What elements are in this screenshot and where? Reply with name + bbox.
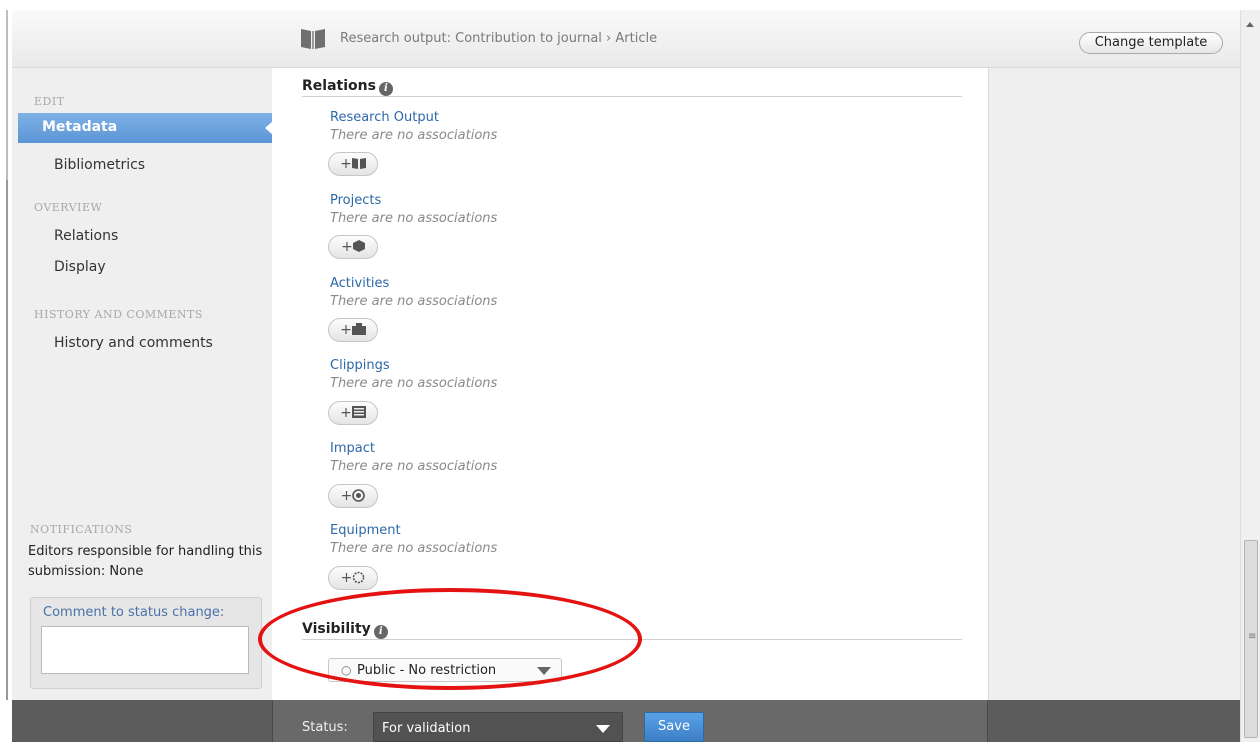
- relation-title-projects[interactable]: Projects: [330, 193, 381, 208]
- cube-icon: [352, 240, 365, 252]
- relation-empty-text: There are no associations: [330, 541, 498, 556]
- sidebar-item-relations[interactable]: Relations: [54, 228, 118, 244]
- sidebar-item-metadata[interactable]: Metadata: [18, 113, 273, 143]
- visibility-heading-label: Visibility: [302, 621, 371, 637]
- sidebar-item-bibliometrics[interactable]: Bibliometrics: [54, 157, 145, 173]
- chevron-down-icon: [537, 667, 551, 675]
- comment-panel: Comment to status change:: [30, 597, 262, 689]
- plus-icon: +: [340, 156, 352, 172]
- plus-icon: +: [340, 322, 352, 338]
- newspaper-icon: [351, 406, 366, 418]
- breadcrumb: Research output: Contribution to journal…: [340, 31, 658, 46]
- relation-title-impact[interactable]: Impact: [330, 441, 375, 456]
- visibility-value: Public - No restriction: [357, 663, 497, 678]
- relation-empty-text: There are no associations: [330, 294, 498, 309]
- divider: [302, 96, 962, 97]
- add-equipment-button[interactable]: +: [328, 566, 378, 590]
- status-value: For validation: [382, 721, 471, 736]
- status-label: Status:: [302, 720, 348, 735]
- target-icon: [352, 489, 366, 502]
- book-icon: [351, 158, 366, 169]
- edge-bar: [6, 10, 8, 180]
- relations-heading: Relations i: [302, 78, 393, 96]
- edge-bar: [6, 180, 8, 700]
- footer-bar: Status: For validation Save: [12, 700, 1240, 742]
- gear-icon: [353, 571, 365, 584]
- plus-icon: +: [340, 570, 353, 586]
- relation-title-equipment[interactable]: Equipment: [330, 523, 401, 538]
- relation-empty-text: There are no associations: [330, 128, 498, 143]
- add-impact-button[interactable]: +: [328, 484, 378, 508]
- section-title-edit: EDIT: [34, 95, 65, 108]
- section-title-notifications: NOTIFICATIONS: [30, 523, 133, 536]
- relation-title-activities[interactable]: Activities: [330, 276, 389, 291]
- visibility-select[interactable]: ○ Public - No restriction: [328, 658, 562, 682]
- chevron-down-icon: [596, 725, 610, 733]
- vertical-scrollbar[interactable]: ≡: [1240, 10, 1260, 742]
- change-template-button[interactable]: Change template: [1079, 32, 1223, 54]
- plus-icon: +: [340, 405, 352, 421]
- sidebar-item-label: Metadata: [42, 119, 118, 135]
- status-select[interactable]: For validation: [373, 712, 623, 742]
- info-icon[interactable]: i: [378, 82, 393, 96]
- relation-empty-text: There are no associations: [330, 459, 498, 474]
- add-clipping-button[interactable]: +: [328, 401, 378, 425]
- relation-empty-text: There are no associations: [330, 376, 498, 391]
- relation-title-clippings[interactable]: Clippings: [330, 358, 390, 373]
- grip-icon: ≡: [1248, 631, 1257, 642]
- relations-heading-label: Relations: [302, 78, 376, 94]
- divider: [302, 639, 962, 640]
- comment-label: Comment to status change:: [43, 605, 225, 620]
- notifications-text: Editors responsible for handling this su…: [28, 544, 263, 579]
- section-title-history: HISTORY AND COMMENTS: [34, 308, 203, 321]
- sidebar-item-display[interactable]: Display: [54, 259, 106, 275]
- plus-icon: +: [341, 239, 353, 255]
- plus-icon: +: [340, 488, 353, 504]
- relation-empty-text: There are no associations: [330, 211, 498, 226]
- relation-title-research-output[interactable]: Research Output: [330, 110, 439, 125]
- sidebar-item-history[interactable]: History and comments: [54, 335, 213, 351]
- save-button[interactable]: Save: [644, 712, 704, 742]
- search-icon: ○: [341, 663, 352, 677]
- add-research-output-button[interactable]: +: [328, 152, 378, 176]
- info-icon[interactable]: i: [373, 625, 388, 639]
- add-activity-button[interactable]: +: [328, 318, 378, 342]
- window-left-edge: [0, 0, 12, 742]
- scroll-up-icon[interactable]: [1246, 22, 1254, 27]
- visibility-heading: Visibility i: [302, 621, 388, 639]
- book-icon: [301, 29, 325, 49]
- scrollbar-thumb[interactable]: ≡: [1244, 540, 1258, 738]
- briefcase-icon: [351, 323, 366, 335]
- app-window: Research output: Contribution to journal…: [0, 0, 1260, 742]
- right-panel: [988, 68, 1240, 700]
- add-project-button[interactable]: +: [328, 235, 378, 259]
- section-title-overview: OVERVIEW: [34, 201, 103, 214]
- comment-textarea[interactable]: [41, 626, 249, 674]
- main-panel: Relations i Research Output There are no …: [272, 68, 988, 700]
- editor-header: Research output: Contribution to journal…: [12, 10, 1240, 68]
